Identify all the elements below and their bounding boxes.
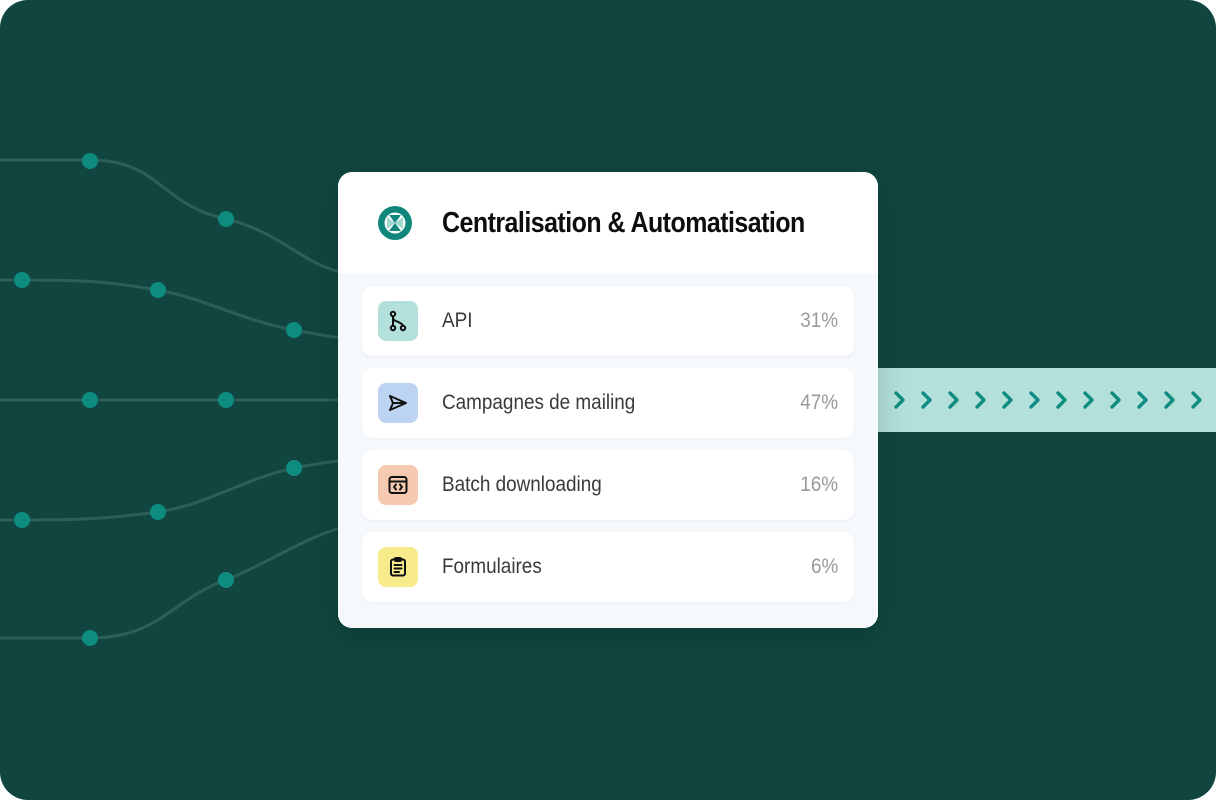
chevron-right-icon: [1048, 388, 1075, 412]
chevron-right-icon: [886, 388, 913, 412]
chevron-right-icon: [1156, 388, 1183, 412]
item-percent: 47%: [800, 391, 838, 414]
node-dot: [286, 322, 302, 338]
connection-line-1: [0, 158, 341, 274]
list-item-mailing[interactable]: Campagnes de mailing 47%: [362, 368, 854, 438]
node-dot: [218, 392, 234, 408]
chevron-right-icon: [1183, 388, 1210, 412]
chevron-right-icon: [940, 388, 967, 412]
item-label: Batch downloading: [442, 473, 602, 496]
item-percent: 16%: [800, 473, 838, 496]
clipboard-icon: [390, 557, 406, 577]
output-flow-band: [878, 368, 1216, 432]
item-percent: 6%: [810, 555, 838, 578]
item-label: API: [442, 309, 473, 332]
node-dot: [82, 630, 98, 646]
channel-list: API 31% Campagnes de mailing 47% Batch d…: [338, 274, 878, 628]
illustration-canvas: Centralisation & Automatisation API 31% …: [0, 0, 1216, 800]
item-label: Campagnes de mailing: [442, 391, 636, 414]
automation-card: Centralisation & Automatisation API 31% …: [338, 172, 878, 628]
list-item-forms[interactable]: Formulaires 6%: [362, 532, 854, 602]
item-percent: 31%: [800, 309, 838, 332]
card-header: Centralisation & Automatisation: [338, 172, 878, 274]
chevron-right-icon: [1075, 388, 1102, 412]
node-dot: [82, 392, 98, 408]
node-dot: [14, 272, 30, 288]
git-branch-icon: [389, 310, 407, 332]
connection-line-5: [0, 526, 341, 640]
node-dot: [82, 153, 98, 169]
node-dot: [218, 211, 234, 227]
chevron-right-icon: [1129, 388, 1156, 412]
brand-logo-icon: [378, 206, 412, 240]
chevron-right-icon: [913, 388, 940, 412]
node-dot: [286, 460, 302, 476]
send-icon: [389, 395, 407, 411]
card-title: Centralisation & Automatisation: [442, 206, 805, 239]
node-dot: [150, 282, 166, 298]
chevron-right-icon: [1021, 388, 1048, 412]
icon-tile: [378, 465, 418, 505]
node-dot: [150, 504, 166, 520]
icon-tile: [378, 301, 418, 341]
list-item-api[interactable]: API 31%: [362, 286, 854, 356]
list-item-batch[interactable]: Batch downloading 16%: [362, 450, 854, 520]
icon-tile: [378, 383, 418, 423]
node-dot: [218, 572, 234, 588]
chevron-right-icon: [1102, 388, 1129, 412]
item-label: Formulaires: [442, 555, 542, 578]
code-window-icon: [388, 476, 408, 494]
icon-tile: [378, 547, 418, 587]
chevron-right-icon: [994, 388, 1021, 412]
node-dot: [14, 512, 30, 528]
chevron-right-icon: [967, 388, 994, 412]
